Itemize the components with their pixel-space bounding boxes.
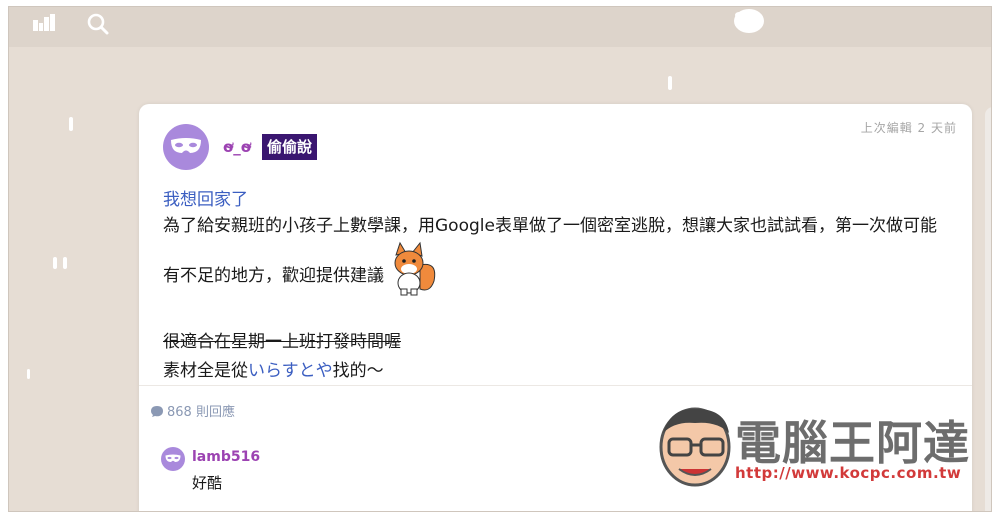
edited-timestamp: 上次編輯 2 天前 [860,121,957,135]
background-speck [53,257,57,269]
watermark-url: http://www.kocpc.com.tw [735,464,962,482]
strikethrough-line: 很適合在星期一上班打發時間喔 [163,332,401,352]
source-suffix: 找的～ [332,361,384,381]
comment-bubble-icon [151,406,163,417]
user-avatar-icon[interactable] [731,7,767,35]
source-credit: 素材全是從いらすとや找的～ [163,357,953,386]
author-avatar[interactable] [163,124,209,170]
mask-icon [171,138,201,153]
comment-avatar[interactable] [161,447,185,471]
divider [139,385,972,386]
author-name[interactable]: ơ̴_ơ̴ [223,138,251,156]
fox-sticker [384,241,438,299]
next-card-edge [985,107,991,511]
search-icon[interactable] [85,11,111,37]
source-prefix: 素材全是從 [163,361,248,381]
top-bar [9,7,991,47]
mascot-face-logo [659,407,731,487]
app-frame: ơ̴_ơ̴ 偷偷說 上次編輯 2 天前 我想回家了 為了給安親班的小孩子上數學課… [8,6,992,512]
watermark: 電腦王阿達 http://www.kocpc.com.tw [651,399,981,495]
post-body-text: 為了給安親班的小孩子上數學課，用Google表單做了一個密室逃脫，想讓大家也試試… [163,216,937,286]
background-speck [668,76,672,90]
comment-text: 好酷 [192,474,223,492]
background-speck [69,117,73,131]
background-speck [63,257,67,269]
post-body: 為了給安親班的小孩子上數學課，用Google表單做了一個密室逃脫，想讓大家也試試… [163,212,953,386]
post-title: 我想回家了 [163,190,248,210]
background-speck [27,369,30,379]
source-link[interactable]: いらすとや [248,361,333,381]
reply-count[interactable]: 868 則回應 [150,401,235,420]
post-paragraph: 為了給安親班的小孩子上數學課，用Google表單做了一個密室逃脫，想讓大家也試試… [163,212,953,299]
comment-author[interactable]: lamb516 [192,449,260,465]
reply-count-label: 868 則回應 [167,405,235,420]
home-icon[interactable] [31,11,57,37]
anonymous-badge: 偷偷說 [262,134,318,160]
mask-icon [165,454,181,462]
